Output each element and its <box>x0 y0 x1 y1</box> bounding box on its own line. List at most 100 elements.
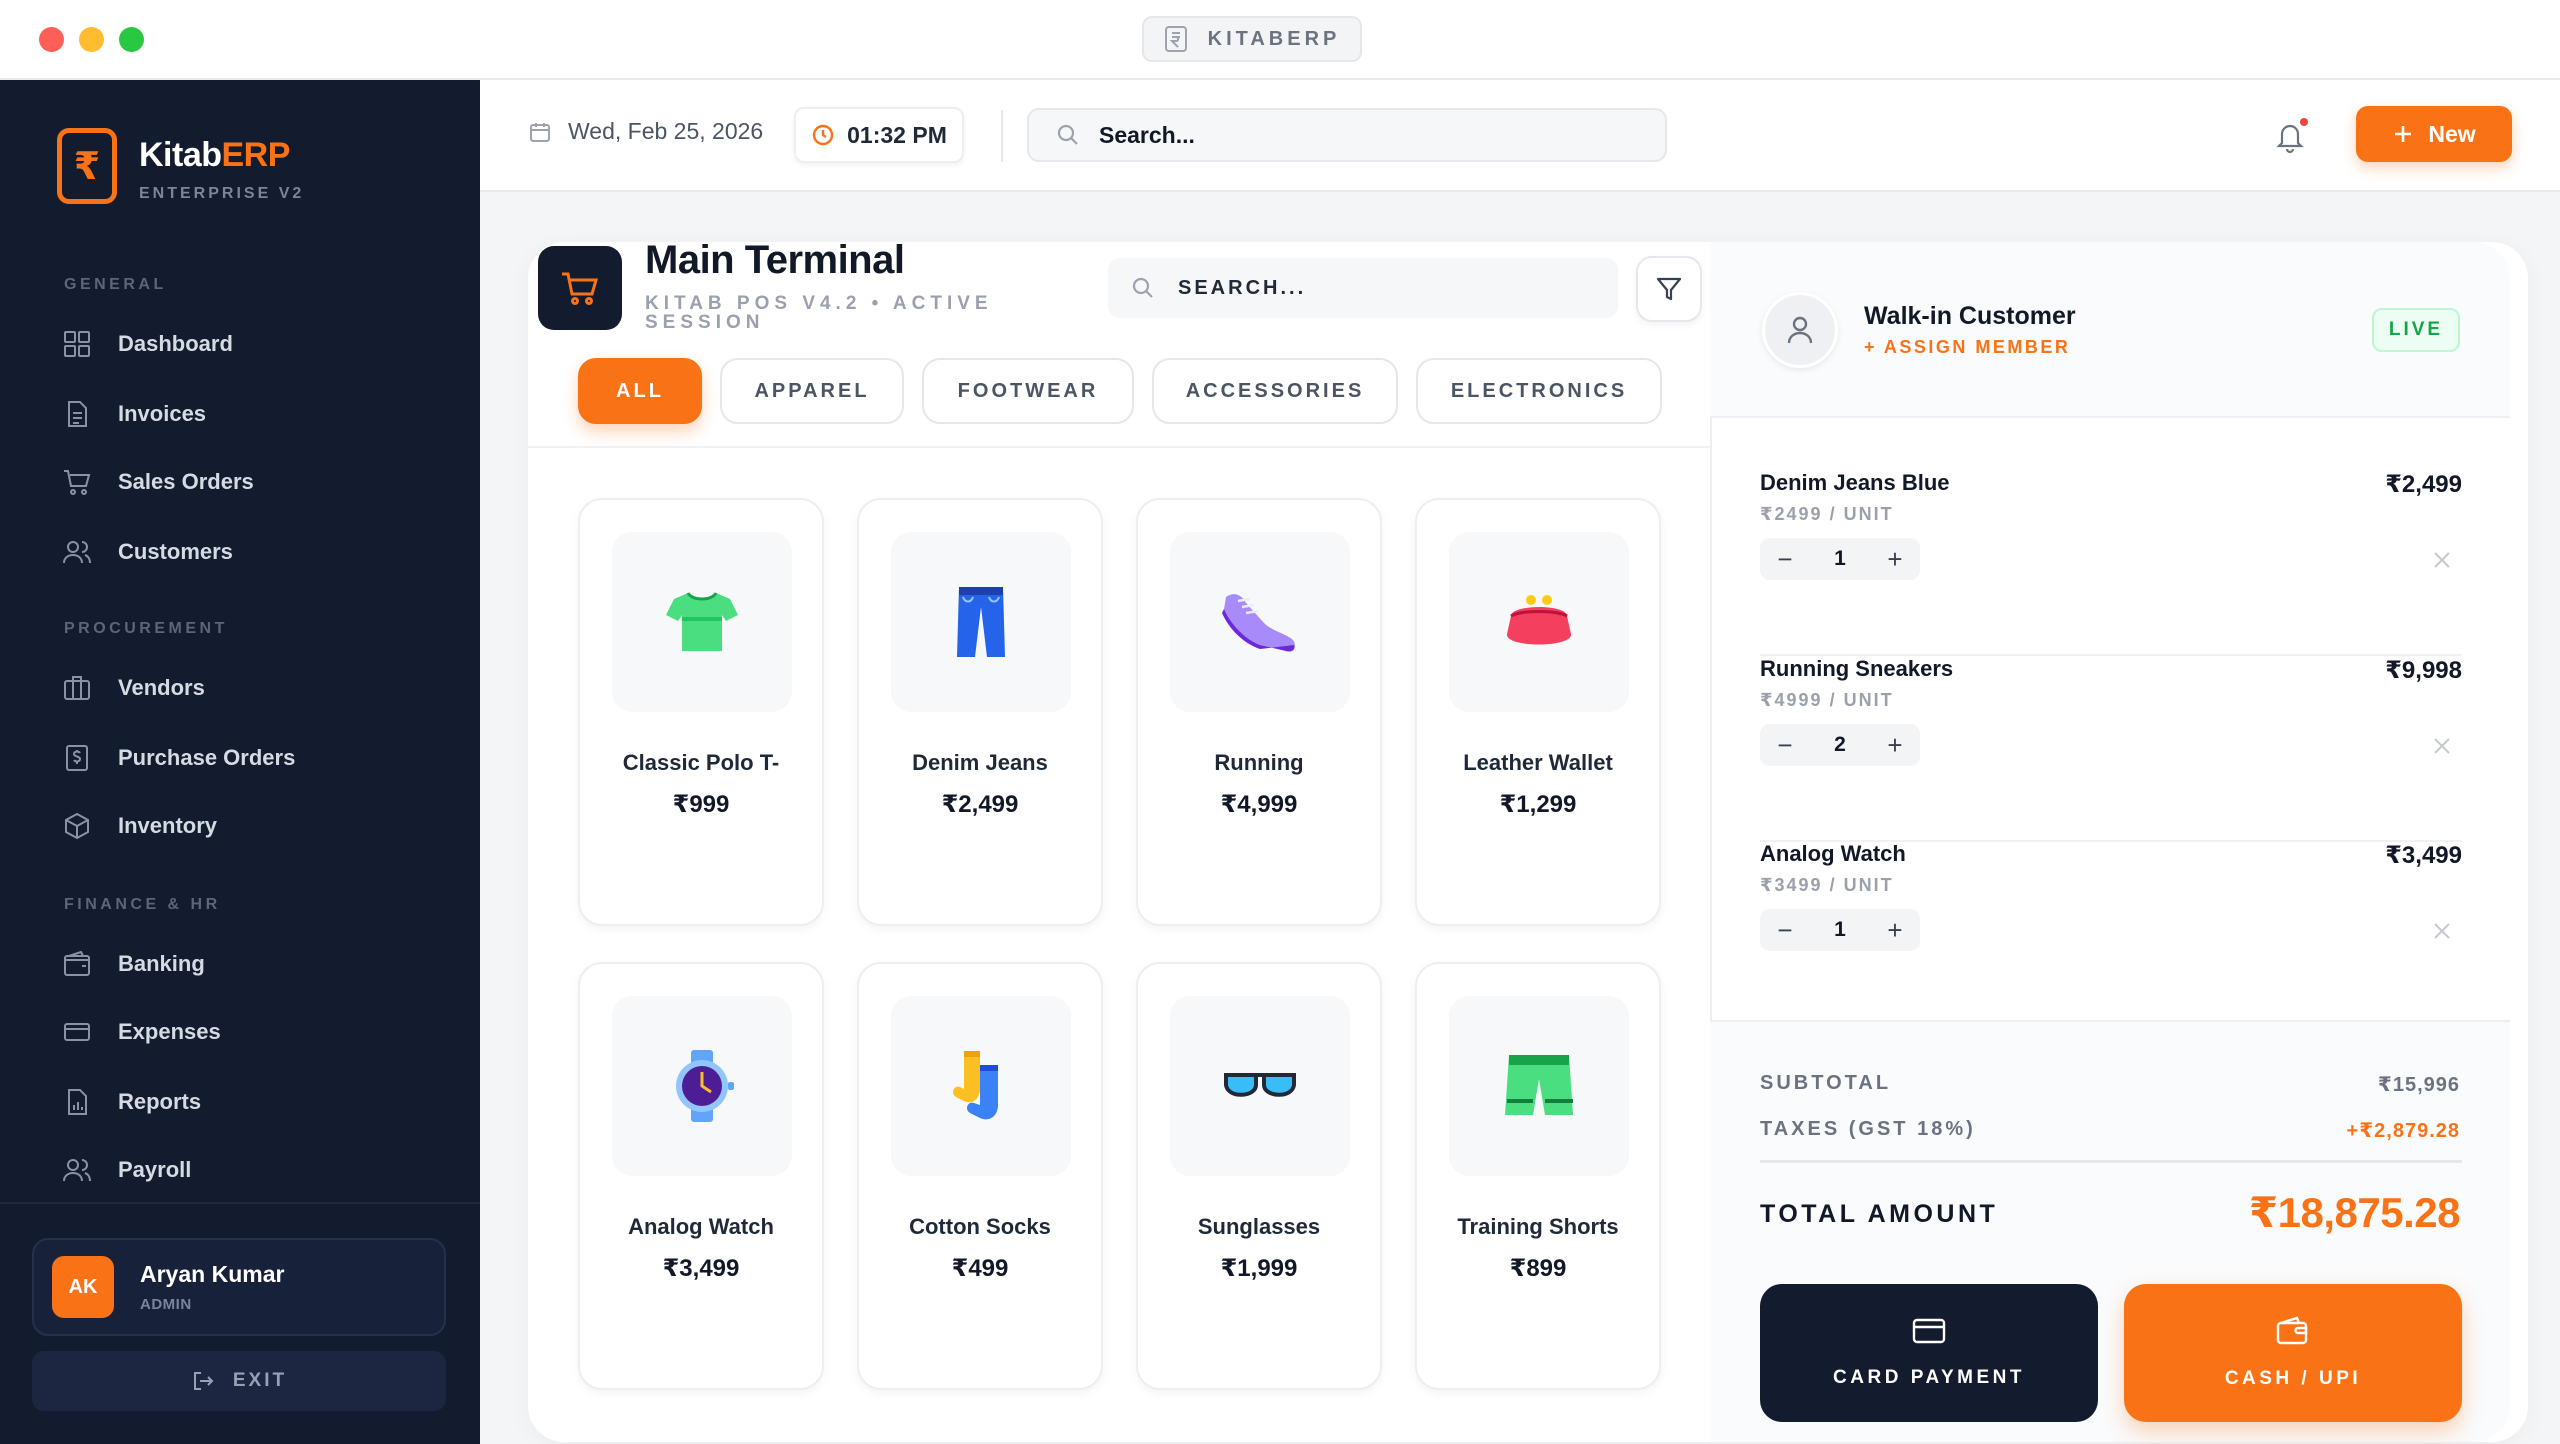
live-status-badge: LIVE <box>2372 308 2460 352</box>
product-card[interactable]: Cotton Socks ₹499 <box>857 962 1103 1390</box>
brand[interactable]: ₹ KitabERP ENTERPRISE V2 <box>57 128 304 204</box>
sidebar-item-banking[interactable]: Banking <box>62 944 205 984</box>
card-payment-button[interactable]: CARD PAYMENT <box>1760 1284 2098 1422</box>
product-search-input[interactable] <box>1178 276 1598 300</box>
product-card[interactable]: Analog Watch ₹3,499 <box>578 962 824 1390</box>
product-name: Leather Wallet <box>1463 750 1613 775</box>
wallet-icon <box>64 950 90 976</box>
terminal-title: Main Terminal <box>645 238 905 282</box>
sidebar-item-label: Reports <box>118 1089 202 1114</box>
product-search[interactable] <box>1108 258 1618 318</box>
category-chip-apparel[interactable]: APPAREL <box>720 358 904 424</box>
calendar-icon <box>530 122 550 142</box>
cart-item-total: ₹9,998 <box>2385 657 2462 684</box>
cart-item-unit-price: ₹3499 / UNIT <box>1760 875 1894 895</box>
sidebar-item-purchase-orders[interactable]: Purchase Orders <box>62 738 295 778</box>
cart-icon <box>64 470 91 495</box>
search-icon <box>1132 277 1153 298</box>
sidebar-item-sales-orders[interactable]: Sales Orders <box>62 462 254 502</box>
jeans-icon <box>957 587 1005 657</box>
user-profile-card[interactable]: AK Aryan Kumar ADMIN <box>32 1238 446 1336</box>
product-price: ₹3,499 <box>662 1255 740 1282</box>
cart-badge-icon <box>538 246 622 330</box>
purse-icon <box>1506 595 1572 645</box>
credit-card-icon <box>64 1023 90 1041</box>
product-price: ₹899 <box>1509 1255 1567 1282</box>
product-image <box>612 532 792 712</box>
sidebar-item-dashboard[interactable]: Dashboard <box>62 324 233 364</box>
filter-button[interactable] <box>1636 256 1702 322</box>
minimize-window-button[interactable] <box>79 27 104 52</box>
remove-item-icon[interactable] <box>2430 734 2454 758</box>
sidebar-item-label: Payroll <box>118 1157 192 1182</box>
category-chip-electronics[interactable]: ELECTRONICS <box>1416 358 1662 424</box>
box-icon <box>65 812 89 840</box>
assign-member-link[interactable]: + ASSIGN MEMBER <box>1864 337 2070 358</box>
customer-avatar[interactable] <box>1762 292 1838 368</box>
category-chip-all[interactable]: ALL <box>578 358 702 424</box>
product-card[interactable]: Denim Jeans ₹2,499 <box>857 498 1103 926</box>
user-name: Aryan Kumar <box>140 1261 285 1287</box>
sidebar-item-reports[interactable]: Reports <box>62 1082 201 1122</box>
time-text: 01:32 PM <box>847 121 947 148</box>
product-price: ₹2,499 <box>941 791 1019 818</box>
decrease-qty-button[interactable]: − <box>1770 915 1800 945</box>
cash-upi-button[interactable]: CASH / UPI <box>2124 1284 2462 1422</box>
sidebar-item-customers[interactable]: Customers <box>62 532 233 572</box>
decrease-qty-button[interactable]: − <box>1770 730 1800 760</box>
window-title: KITABERP <box>1207 27 1341 50</box>
cart-line-item: Analog Watch ₹3499 / UNIT ₹3,499 − 1 + <box>1760 841 2462 1027</box>
product-name: Denim Jeans <box>912 750 1048 775</box>
new-button[interactable]: New <box>2356 106 2512 162</box>
tax-value: +₹2,879.28 <box>2346 1120 2460 1142</box>
remove-item-icon[interactable] <box>2430 919 2454 943</box>
clock-icon <box>812 124 834 146</box>
window-title-pill: KITABERP <box>1142 16 1362 62</box>
decrease-qty-button[interactable]: − <box>1770 544 1800 574</box>
product-card[interactable]: Classic Polo T- ₹999 <box>578 498 824 926</box>
increase-qty-button[interactable]: + <box>1880 730 1910 760</box>
sidebar-item-expenses[interactable]: Expenses <box>62 1012 221 1052</box>
product-image <box>891 996 1071 1176</box>
total-amount-value: ₹18,875.28 <box>2248 1189 2461 1236</box>
top-bar: Wed, Feb 25, 2026 01:32 PM New <box>480 80 2560 192</box>
increase-qty-button[interactable]: + <box>1880 915 1910 945</box>
maximize-window-button[interactable] <box>119 27 144 52</box>
global-search[interactable] <box>1027 108 1667 162</box>
sidebar-item-invoices[interactable]: Invoices <box>62 394 206 434</box>
users-icon <box>63 541 91 564</box>
sidebar-item-inventory[interactable]: Inventory <box>62 806 217 846</box>
product-name: Cotton Socks <box>909 1214 1051 1239</box>
sidebar-item-payroll[interactable]: Payroll <box>62 1150 191 1190</box>
sidebar-item-label: Purchase Orders <box>118 745 296 770</box>
product-card[interactable]: Sunglasses ₹1,999 <box>1136 962 1382 1390</box>
filter-icon <box>1656 277 1682 301</box>
nav-section-general: GENERAL <box>64 276 167 293</box>
subtotal-value: ₹15,996 <box>2377 1074 2460 1096</box>
close-window-button[interactable] <box>39 27 64 52</box>
tax-label: TAXES (GST 18%) <box>1760 1118 1976 1140</box>
cart-item-unit-price: ₹4999 / UNIT <box>1760 690 1894 710</box>
credit-card-icon <box>1912 1318 1946 1344</box>
cart-line-item: Running Sneakers ₹4999 / UNIT ₹9,998 − 2… <box>1760 656 2462 842</box>
sidebar-item-label: Banking <box>118 951 205 976</box>
product-image <box>1170 996 1350 1176</box>
cart-item-name: Denim Jeans Blue <box>1760 470 1950 495</box>
window-titlebar: KITABERP <box>0 0 2560 80</box>
quantity-value: 2 <box>1834 733 1846 756</box>
product-price: ₹1,299 <box>1499 791 1577 818</box>
product-name: Analog Watch <box>628 1214 774 1239</box>
product-card[interactable]: Leather Wallet ₹1,299 <box>1415 498 1661 926</box>
remove-item-icon[interactable] <box>2430 548 2454 572</box>
total-amount-label: TOTAL AMOUNT <box>1760 1200 1999 1228</box>
product-price: ₹4,999 <box>1220 791 1298 818</box>
global-search-input[interactable] <box>1099 121 1639 149</box>
product-card[interactable]: Running ₹4,999 <box>1136 498 1382 926</box>
category-chip-footwear[interactable]: FOOTWEAR <box>922 358 1134 424</box>
exit-button[interactable]: EXIT <box>32 1351 446 1411</box>
nav-section-procurement: PROCUREMENT <box>64 620 228 637</box>
sidebar-item-vendors[interactable]: Vendors <box>62 668 205 708</box>
increase-qty-button[interactable]: + <box>1880 544 1910 574</box>
category-chip-accessories[interactable]: ACCESSORIES <box>1152 358 1398 424</box>
product-card[interactable]: Training Shorts ₹899 <box>1415 962 1661 1390</box>
